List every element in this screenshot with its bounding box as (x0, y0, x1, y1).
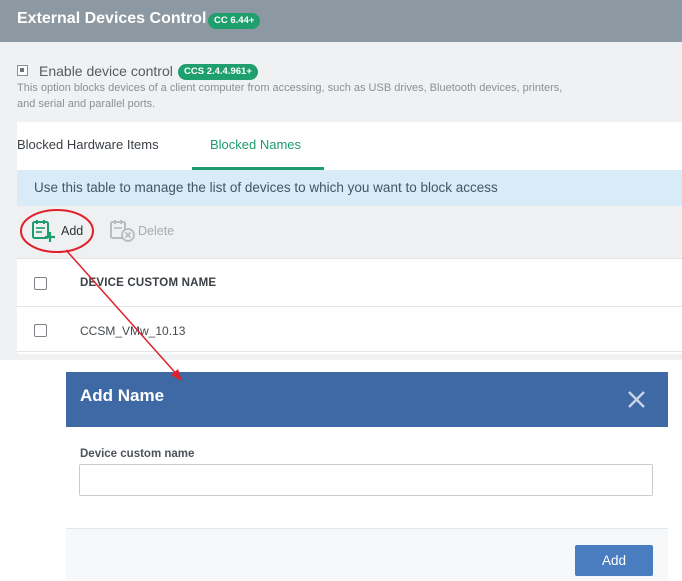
tab-blocked-names[interactable]: Blocked Names (210, 137, 301, 152)
version-badge: CC 6.44+ (208, 13, 261, 29)
row-checkbox[interactable] (34, 324, 47, 337)
add-submit-button[interactable]: Add (575, 545, 653, 576)
table-border (17, 258, 682, 259)
delete-button[interactable]: Delete (110, 218, 180, 244)
device-custom-name-label: Device custom name (80, 448, 195, 460)
table-row-name: CCSM_VMw_10.13 (80, 324, 186, 338)
device-custom-name-input[interactable] (79, 464, 653, 496)
tab-blocked-hardware-items[interactable]: Blocked Hardware Items (17, 137, 159, 152)
add-button[interactable]: Add (30, 218, 86, 244)
select-all-checkbox[interactable] (34, 277, 47, 290)
enable-device-control-checkbox[interactable] (17, 65, 28, 76)
delete-list-icon (110, 220, 135, 242)
close-icon (628, 391, 645, 408)
modal-title: Add Name (80, 386, 165, 405)
add-button-label: Add (61, 224, 84, 238)
info-text: Use this table to manage the list of dev… (34, 180, 498, 195)
close-button[interactable] (623, 386, 651, 414)
ccs-version-badge: CCS 2.4.4.961+ (178, 64, 258, 80)
table-border (17, 351, 682, 352)
column-header-device-custom-name: DEVICE CUSTOM NAME (80, 277, 217, 289)
table-border (17, 306, 682, 307)
enable-device-control-label: Enable device control (39, 63, 173, 79)
enable-description: This option blocks devices of a client c… (17, 82, 563, 110)
delete-button-label: Delete (138, 224, 175, 238)
section-title: External Devices Control (17, 10, 207, 27)
add-list-icon (32, 220, 55, 242)
